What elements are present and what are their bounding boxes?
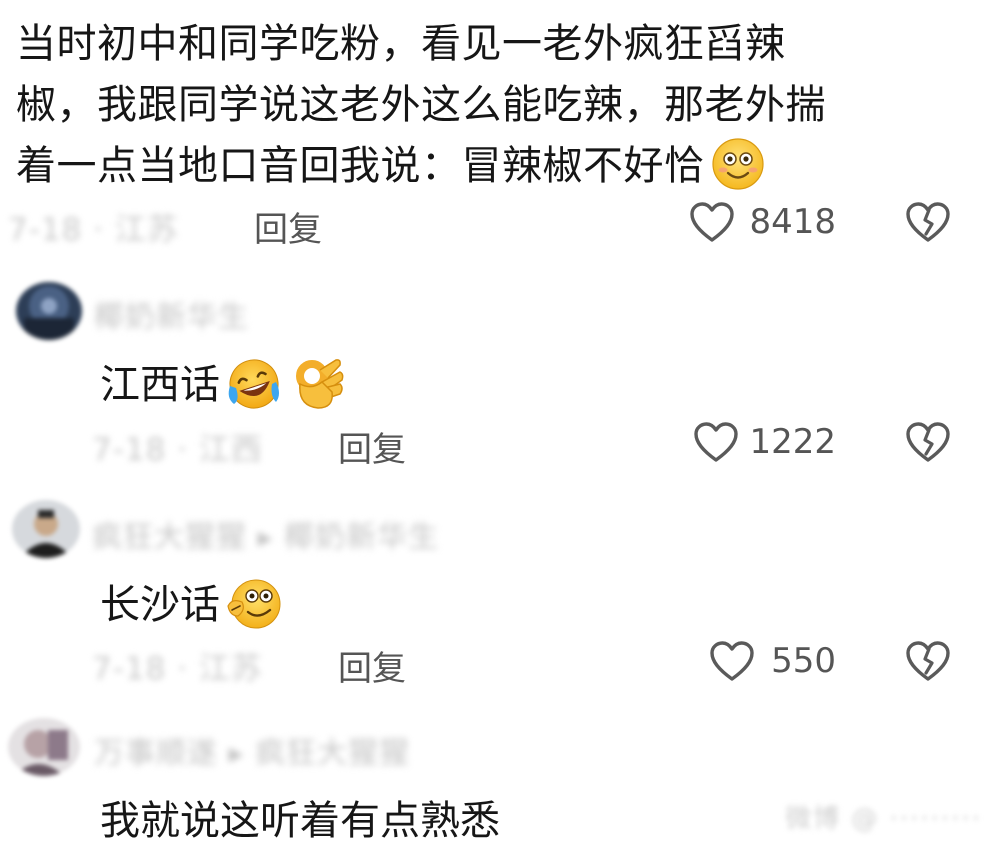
broken-heart-icon[interactable] [904,420,952,464]
comment-meta: 7-18 · 江苏 [8,212,179,248]
username[interactable]: 疯狂大猩猩 ▸ 椰奶新华生 [92,512,439,556]
heart-icon[interactable] [708,639,756,683]
watermark: 微博 @ ········· [785,804,982,834]
reply-button[interactable]: 回复 [338,422,406,471]
main-comment-line: 着一点当地口音回我说：冒辣椒不好恰 [16,136,956,197]
like-count: 8418 [749,202,836,242]
laughing-crying-face-icon [224,356,284,412]
main-comment-line: 当时初中和同学吃粉，看见一老外疯狂舀辣 [16,21,786,67]
reply-button[interactable]: 回复 [338,641,406,690]
reply-text: 江西话 [100,352,346,412]
like-count: 1222 [749,422,836,462]
playful-face-icon [224,576,284,632]
comment-meta: 7-18 · 江苏 [92,651,263,687]
main-comment-line: 椒，我跟同学说这老外这么能吃辣，那老外揣 [16,82,826,128]
username[interactable]: 万事顺遂 ▸ 疯狂大猩猩 [94,728,410,772]
smiling-face-icon [711,137,765,191]
ok-hand-icon [292,356,346,412]
avatar[interactable] [8,718,80,776]
reply-text: 长沙话 [100,572,284,632]
reply-button[interactable]: 回复 [254,202,322,251]
reply-text: 我就说这听着有点熟悉 [100,798,500,844]
heart-icon[interactable] [692,420,740,464]
username[interactable]: 椰奶新华生 [94,292,249,336]
main-comment-text: 当时初中和同学吃粉，看见一老外疯狂舀辣 椒，我跟同学说这老外这么能吃辣，那老外揣… [16,14,956,197]
avatar[interactable] [12,500,80,558]
like-count: 550 [771,641,836,681]
broken-heart-icon[interactable] [904,200,952,244]
comment-meta: 7-18 · 江西 [92,432,263,468]
heart-icon[interactable] [688,200,736,244]
avatar[interactable] [16,282,82,340]
broken-heart-icon[interactable] [904,639,952,683]
